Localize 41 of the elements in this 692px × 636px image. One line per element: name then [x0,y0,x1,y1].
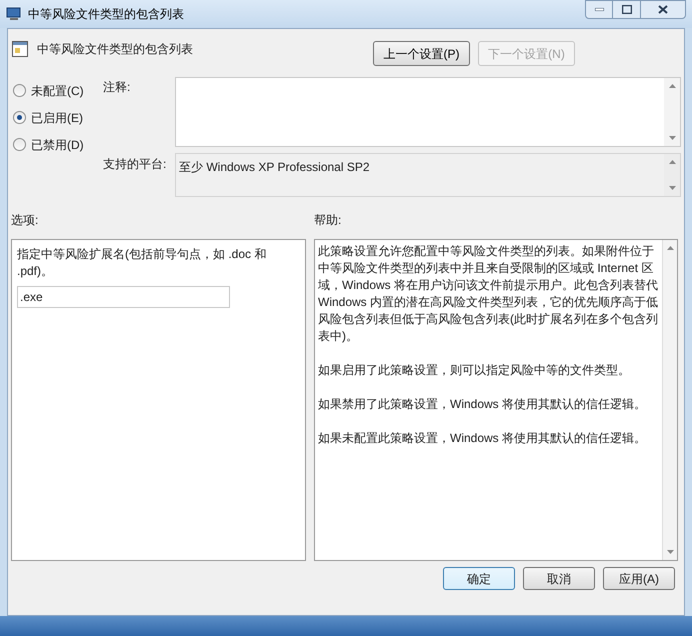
radio-option[interactable]: 已禁用(D) [13,135,103,154]
policy-icon [12,41,28,57]
platform-label: 支持的平台: [103,156,168,173]
previous-setting-button[interactable]: 上一个设置(P) [373,41,470,66]
close-button[interactable] [640,0,686,19]
comment-field[interactable] [175,77,681,147]
scrollbar[interactable] [664,78,680,146]
apply-button[interactable]: 应用(A) [603,567,675,590]
options-description: 指定中等风险扩展名(包括前导句点，如 .doc 和 .pdf)。 [17,246,268,280]
close-icon [658,5,668,14]
minimize-icon [594,8,604,11]
scroll-down-icon [668,136,676,140]
cancel-button[interactable]: 取消 [523,567,595,590]
radio-option[interactable]: 未配置(C) [13,81,103,100]
help-paragraph: 如果禁用了此策略设置，Windows 将使用其默认的信任逻辑。 [318,396,648,413]
radio-button[interactable] [13,84,26,97]
scrollbar[interactable] [664,154,680,196]
scroll-up-icon [668,84,676,88]
maximize-icon [622,5,632,14]
window-icon [6,7,22,21]
platform-value: 至少 Windows XP Professional SP2 [178,159,371,176]
radio-button[interactable] [13,111,26,124]
comment-label: 注释: [103,79,132,96]
window-title: 中等风险文件类型的包含列表 [28,6,184,23]
help-paragraph: 此策略设置允许您配置中等风险文件类型的列表。如果附件位于中等风险文件类型的列表中并且来自受限制的区域或 Internet 区域，Windows 将在用户访问该文件前提示用户。此包含列表替代 Windows 内置的潜在高风险文件类型列表，它的优先顺序高于低风险包含列表但低于高风险包含列表(此时扩展名列在多个包含列表中)。 [318,243,659,345]
ok-button[interactable]: 确定 [443,567,515,590]
radio-button[interactable] [13,138,26,151]
scroll-down-icon [668,186,676,190]
help-label: 帮助: [314,212,342,229]
help-paragraph: 如果启用了此策略设置，则可以指定风险中等的文件类型。 [318,362,631,379]
maximize-button[interactable] [613,0,640,19]
extension-input-field[interactable]: .exe [17,286,230,308]
radio-option[interactable]: 已启用(E) [13,108,103,127]
minimize-button[interactable] [585,0,613,19]
options-label: 选项: [11,212,40,229]
scroll-up-icon [668,160,676,164]
scroll-up-icon [666,246,674,250]
scroll-down-icon [666,550,674,554]
help-paragraph: 如果未配置此策略设置，Windows 将使用其默认的信任逻辑。 [318,430,648,447]
scrollbar[interactable] [663,240,677,560]
policy-title: 中等风险文件类型的包含列表 [37,41,193,58]
